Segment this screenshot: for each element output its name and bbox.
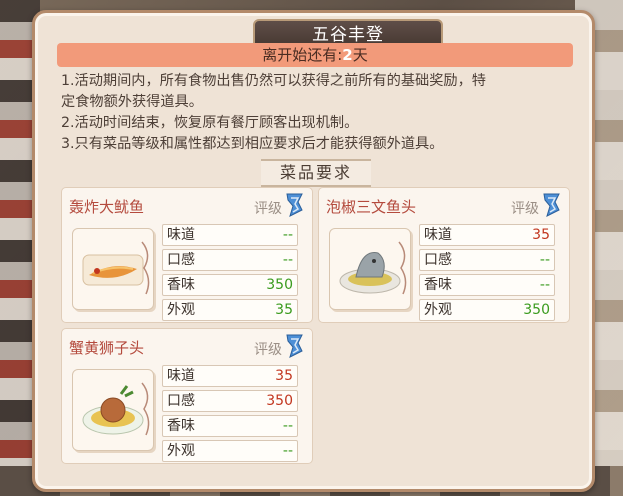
attr-value: -- xyxy=(282,418,293,434)
rule-line: 定食物额外获得道具。 xyxy=(61,94,203,110)
attr-label: 香味 xyxy=(424,277,452,293)
attr-texture: 口感 -- xyxy=(419,249,555,271)
grade-label: 评级 xyxy=(254,201,282,217)
grade-badge-icon xyxy=(543,193,560,217)
attr-aroma: 香味 350 xyxy=(162,274,298,296)
countdown-suffix: 天 xyxy=(352,46,368,64)
grade-badge-icon xyxy=(286,193,303,217)
attr-aroma: 香味 -- xyxy=(162,415,298,437)
attr-appearance: 外观 -- xyxy=(162,440,298,462)
dish-attributes: 味道 35 口感 350 香味 -- 外观 -- xyxy=(162,365,298,465)
dish-name: 轰炸大鱿鱼 xyxy=(69,198,145,216)
attr-appearance: 外观 35 xyxy=(162,299,298,321)
attr-value: 350 xyxy=(266,393,293,409)
rule-line: 1.活动期间内，所有食物出售仍然可以获得之前所有的基础奖励，特 xyxy=(61,73,486,89)
attr-value: 35 xyxy=(275,368,293,384)
attr-label: 香味 xyxy=(167,277,195,293)
attr-value: -- xyxy=(539,252,550,268)
dish-name: 蟹黄狮子头 xyxy=(69,339,145,357)
attr-value: -- xyxy=(282,252,293,268)
attr-value: -- xyxy=(282,227,293,243)
attr-label: 外观 xyxy=(167,443,195,459)
thumb-string-icon xyxy=(141,241,150,295)
attr-value: 35 xyxy=(275,302,293,318)
attr-texture: 口感 -- xyxy=(162,249,298,271)
attr-value: -- xyxy=(539,277,550,293)
countdown-prefix: 离开始还有: xyxy=(262,46,343,64)
event-rules: 1.活动期间内，所有食物出售仍然可以获得之前所有的基础奖励，特 定食物额外获得道… xyxy=(61,71,573,155)
grade-label: 评级 xyxy=(254,342,282,358)
attr-label: 香味 xyxy=(167,418,195,434)
dish-card[interactable]: 泡椒三文鱼头 评级 味道 35 口感 -- 香味 -- 外观 350 xyxy=(318,187,570,323)
dish-name: 泡椒三文鱼头 xyxy=(326,198,417,216)
rule-line: 2.活动时间结束，恢复原有餐厅顾客出现机制。 xyxy=(61,115,359,131)
attr-value: 35 xyxy=(532,227,550,243)
attr-label: 口感 xyxy=(167,252,195,268)
attr-aroma: 香味 -- xyxy=(419,274,555,296)
rule-line: 3.只有菜品等级和属性都达到相应要求后才能获得额外道具。 xyxy=(61,136,444,152)
attr-label: 味道 xyxy=(167,227,195,243)
attr-label: 味道 xyxy=(167,368,195,384)
attr-appearance: 外观 350 xyxy=(419,299,555,321)
event-panel: 五谷丰登 离开始还有:2天 1.活动期间内，所有食物出售仍然可以获得之前所有的基… xyxy=(32,10,595,492)
thumb-string-icon xyxy=(141,382,150,436)
attr-texture: 口感 350 xyxy=(162,390,298,412)
attr-label: 外观 xyxy=(424,302,452,318)
countdown-days: 2 xyxy=(342,46,353,64)
attr-value: 350 xyxy=(266,277,293,293)
attr-value: 350 xyxy=(523,302,550,318)
section-title: 菜品要求 xyxy=(261,159,371,187)
dish-card[interactable]: 蟹黄狮子头 评级 味道 35 口感 350 香味 -- 外观 -- xyxy=(61,328,313,464)
dish-attributes: 味道 35 口感 -- 香味 -- 外观 350 xyxy=(419,224,555,324)
countdown-banner: 离开始还有:2天 xyxy=(57,43,573,67)
dish-attributes: 味道 -- 口感 -- 香味 350 外观 35 xyxy=(162,224,298,324)
attr-taste: 味道 35 xyxy=(419,224,555,246)
grade-label: 评级 xyxy=(511,201,539,217)
attr-label: 口感 xyxy=(424,252,452,268)
attr-label: 外观 xyxy=(167,302,195,318)
thumb-string-icon xyxy=(398,241,407,295)
attr-label: 味道 xyxy=(424,227,452,243)
attr-taste: 味道 35 xyxy=(162,365,298,387)
attr-value: -- xyxy=(282,443,293,459)
grade-badge-icon xyxy=(286,334,303,358)
attr-taste: 味道 -- xyxy=(162,224,298,246)
dish-card[interactable]: 轰炸大鱿鱼 评级 味道 -- 口感 -- 香味 350 外观 35 xyxy=(61,187,313,323)
attr-label: 口感 xyxy=(167,393,195,409)
